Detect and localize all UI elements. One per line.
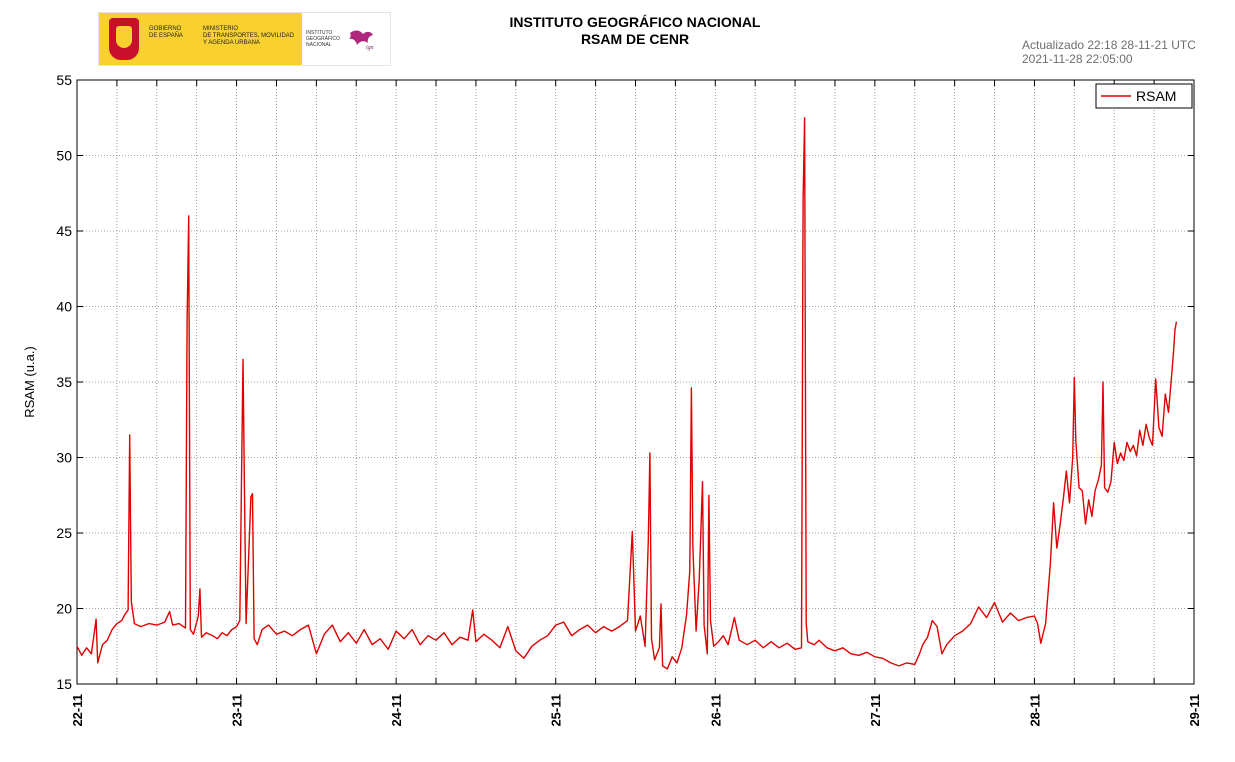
- y-tick-label: 50: [56, 148, 72, 164]
- x-tick-label: 29-11: [1187, 694, 1202, 727]
- x-tick-label: 26-11: [708, 694, 723, 727]
- x-tick-label: 24-11: [389, 694, 404, 727]
- y-tick-label: 40: [56, 299, 72, 315]
- x-tick-labels: 22-11 23-11 24-11 25-11 26-11 27-11 28-11 29-11: [70, 694, 1202, 727]
- y-tick-label: 45: [56, 223, 72, 239]
- y-tick-label: 30: [56, 450, 72, 466]
- x-tick-label: 27-11: [868, 694, 883, 727]
- y-tick-label: 55: [56, 72, 72, 88]
- legend: RSAM: [1095, 83, 1193, 109]
- x-tick-label: 25-11: [549, 694, 564, 727]
- y-tick-label: 15: [56, 676, 72, 692]
- y-tick-labels: 15 20 25 30 35 40 45 50 55: [56, 72, 72, 692]
- series-line-rsam: [76, 117, 1178, 670]
- x-tick-label: 23-11: [230, 694, 245, 727]
- x-tick-label: 28-11: [1027, 694, 1042, 727]
- legend-label-rsam: RSAM: [1136, 88, 1176, 104]
- y-tick-label: 20: [56, 601, 72, 617]
- series-layer: [76, 117, 1178, 670]
- x-tick-label: 22-11: [70, 694, 85, 727]
- y-axis-label: RSAM (u.a.): [22, 346, 37, 418]
- y-tick-label: 25: [56, 525, 72, 541]
- grid-lines: [77, 80, 1194, 684]
- y-tick-label: 35: [56, 374, 72, 390]
- rsam-chart: 152025303540455055 22-11 23-11 24-11 25-11 2…: [22, 72, 1202, 727]
